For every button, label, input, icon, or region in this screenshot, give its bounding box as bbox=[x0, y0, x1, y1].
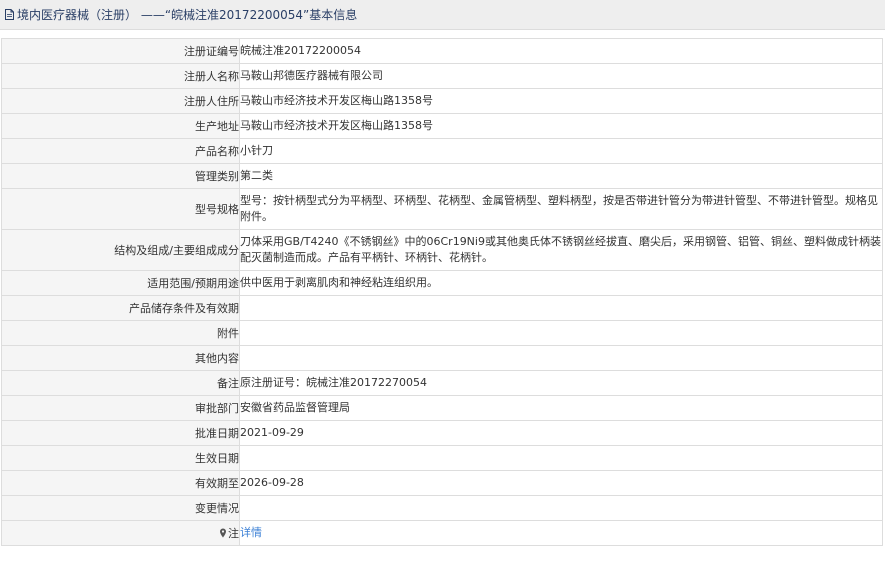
field-value bbox=[239, 445, 883, 471]
field-value: 型号：按针柄型式分为平柄型、环柄型、花柄型、金属管柄型、塑料柄型，按是否带进针管… bbox=[239, 188, 883, 230]
table-row: 产品储存条件及有效期 bbox=[1, 295, 883, 321]
field-label: 型号规格 bbox=[1, 188, 240, 230]
table-row: 生效日期 bbox=[1, 445, 883, 471]
table-row: 注册证编号 皖械注准20172200054 bbox=[1, 38, 883, 64]
field-label: 适用范围/预期用途 bbox=[1, 270, 240, 296]
field-value bbox=[239, 345, 883, 371]
field-value: 第二类 bbox=[239, 163, 883, 189]
field-value: 马鞍山市经济技术开发区梅山路1358号 bbox=[239, 88, 883, 114]
field-label: 产品储存条件及有效期 bbox=[1, 295, 240, 321]
field-label: 有效期至 bbox=[1, 470, 240, 496]
field-value: 皖械注准20172200054 bbox=[239, 38, 883, 64]
field-label: 批准日期 bbox=[1, 420, 240, 446]
note-label: 注 bbox=[228, 527, 239, 540]
table-row: 其他内容 bbox=[1, 345, 883, 371]
field-label: 其他内容 bbox=[1, 345, 240, 371]
field-label: 产品名称 bbox=[1, 138, 240, 164]
field-value: 刀体采用GB/T4240《不锈钢丝》中的06Cr19Ni9或其他奥氏体不锈钢丝经… bbox=[239, 229, 883, 271]
field-label: 备注 bbox=[1, 370, 240, 396]
field-value: 小针刀 bbox=[239, 138, 883, 164]
field-label: 附件 bbox=[1, 320, 240, 346]
page-header: 境内医疗器械（注册） ——“皖械注准20172200054”基本信息 bbox=[0, 0, 885, 30]
field-label: 变更情况 bbox=[1, 495, 240, 521]
field-label: 结构及组成/主要组成成分 bbox=[1, 229, 240, 271]
field-label: 注册人住所 bbox=[1, 88, 240, 114]
table-row: 有效期至 2026-09-28 bbox=[1, 470, 883, 496]
table-row: 备注 原注册证号：皖械注准20172270054 bbox=[1, 370, 883, 396]
note-value: 详情 bbox=[239, 520, 883, 546]
table-row: 附件 bbox=[1, 320, 883, 346]
field-label: 审批部门 bbox=[1, 395, 240, 421]
table-row: 生产地址 马鞍山市经济技术开发区梅山路1358号 bbox=[1, 113, 883, 139]
table-row: 批准日期 2021-09-29 bbox=[1, 420, 883, 446]
registration-info-table: 注册证编号 皖械注准20172200054 注册人名称 马鞍山邦德医疗器械有限公… bbox=[1, 38, 883, 546]
field-value: 马鞍山邦德医疗器械有限公司 bbox=[239, 63, 883, 89]
field-label: 生产地址 bbox=[1, 113, 240, 139]
table-row: 变更情况 bbox=[1, 495, 883, 521]
table-row: 适用范围/预期用途 供中医用于剥离肌肉和神经粘连组织用。 bbox=[1, 270, 883, 296]
table-row: 产品名称 小针刀 bbox=[1, 138, 883, 164]
field-value: 马鞍山市经济技术开发区梅山路1358号 bbox=[239, 113, 883, 139]
table-row: 结构及组成/主要组成成分 刀体采用GB/T4240《不锈钢丝》中的06Cr19N… bbox=[1, 229, 883, 271]
table-row: 注册人住所 马鞍山市经济技术开发区梅山路1358号 bbox=[1, 88, 883, 114]
field-value bbox=[239, 320, 883, 346]
field-value: 原注册证号：皖械注准20172270054 bbox=[239, 370, 883, 396]
table-row: 注册人名称 马鞍山邦德医疗器械有限公司 bbox=[1, 63, 883, 89]
field-value bbox=[239, 295, 883, 321]
page-title: 境内医疗器械（注册） ——“皖械注准20172200054”基本信息 bbox=[17, 8, 358, 22]
field-value bbox=[239, 495, 883, 521]
details-link[interactable]: 详情 bbox=[240, 526, 262, 539]
table-row: 审批部门 安徽省药品监督管理局 bbox=[1, 395, 883, 421]
field-label: 管理类别 bbox=[1, 163, 240, 189]
field-value: 2026-09-28 bbox=[239, 470, 883, 496]
field-label: 生效日期 bbox=[1, 445, 240, 471]
document-icon bbox=[3, 8, 16, 21]
field-value: 2021-09-29 bbox=[239, 420, 883, 446]
field-value: 安徽省药品监督管理局 bbox=[239, 395, 883, 421]
field-label: 注册证编号 bbox=[1, 38, 240, 64]
table-row: 管理类别 第二类 bbox=[1, 163, 883, 189]
field-value: 供中医用于剥离肌肉和神经粘连组织用。 bbox=[239, 270, 883, 296]
field-label: 注册人名称 bbox=[1, 63, 240, 89]
location-pin-icon bbox=[219, 528, 227, 538]
table-row: 注 详情 bbox=[1, 520, 883, 546]
table-row: 型号规格 型号：按针柄型式分为平柄型、环柄型、花柄型、金属管柄型、塑料柄型，按是… bbox=[1, 188, 883, 230]
note-label-cell: 注 bbox=[1, 520, 240, 546]
